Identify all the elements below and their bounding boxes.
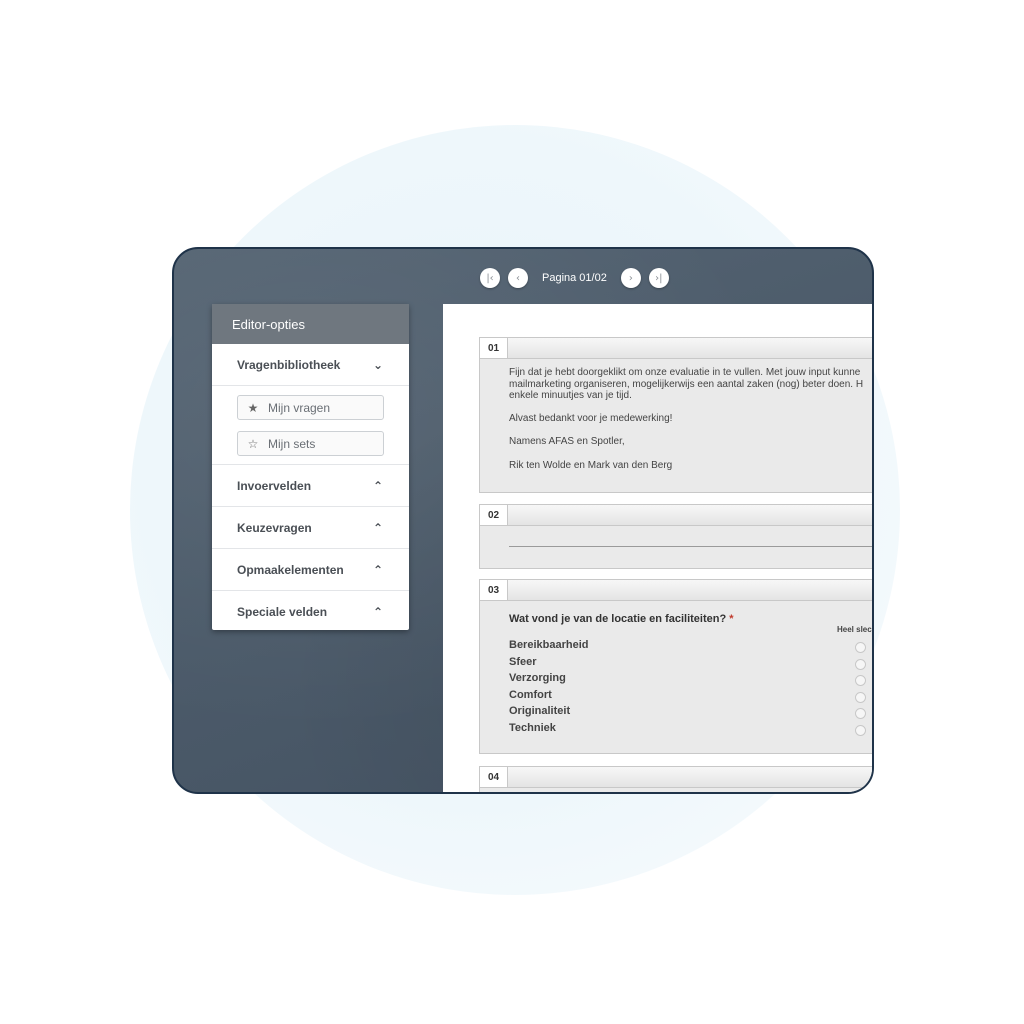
matrix-row: Bereikbaarheid	[509, 639, 872, 656]
scale-header-row: Heel slecht	[509, 625, 872, 639]
star-filled-icon: ★	[247, 400, 259, 415]
scale-label-heel-slecht: Heel slecht	[837, 625, 872, 634]
row-label: Bereikbaarheid	[509, 639, 589, 651]
section-vragenbibliotheek[interactable]: Vragenbibliotheek ⌄	[212, 344, 409, 386]
matrix-row: Verzorging	[509, 672, 872, 689]
row-label: Comfort	[509, 688, 552, 701]
row-label: Techniek	[509, 721, 556, 734]
intro-line: Fijn dat je hebt doorgeklikt om onze eva…	[509, 367, 861, 378]
thanks-text: Alvast bedankt voor je medewerking!	[509, 412, 673, 424]
previous-page-icon[interactable]: ‹	[508, 268, 528, 288]
intro-text: Fijn dat je hebt doorgeklikt om onze eva…	[480, 359, 872, 471]
button-label: Mijn sets	[268, 436, 316, 451]
question-number: 02	[480, 505, 508, 525]
library-buttons: ★ Mijn vragen ☆ Mijn sets	[212, 386, 409, 465]
radio-button[interactable]	[855, 708, 866, 720]
panel-title: Editor-opties	[212, 304, 409, 344]
matrix-row: Originaliteit	[509, 705, 872, 722]
signature-line: Namens AFAS en Spotler,	[509, 436, 625, 447]
question-header[interactable]: 03	[480, 580, 872, 601]
chevron-up-icon[interactable]: ⌃	[373, 605, 383, 619]
radio-button[interactable]	[855, 675, 866, 687]
question-number: 01	[480, 338, 508, 358]
radio-button[interactable]	[855, 642, 866, 653]
editor-options-panel: Editor-opties Vragenbibliotheek ⌄ ★ Mijn…	[212, 304, 409, 630]
question-text: Wat vond je van de locatie en faciliteit…	[509, 613, 727, 625]
star-outline-icon: ☆	[247, 436, 259, 451]
my-sets-button[interactable]: ☆ Mijn sets	[237, 431, 384, 456]
radio-button[interactable]	[855, 724, 866, 736]
question-number: 04	[480, 767, 508, 787]
section-opmaakelementen[interactable]: Opmaakelementen ⌃	[212, 549, 409, 591]
question-block-04[interactable]: 04	[479, 766, 872, 792]
question-block-03[interactable]: 03 Wat vond je van de locatie en facilit…	[479, 579, 872, 754]
page-navigation: |‹ ‹ Pagina 01/02 › ›|	[480, 267, 669, 289]
question-block-02[interactable]: 02	[479, 504, 872, 569]
chevron-down-icon[interactable]: ⌄	[373, 358, 383, 372]
section-label: Opmaakelementen	[237, 562, 344, 577]
question-header[interactable]: 01	[480, 338, 872, 359]
row-label: Originaliteit	[509, 705, 571, 718]
intro-line: mailmarketing organiseren, mogelijkerwij…	[509, 378, 864, 390]
matrix-row: Comfort	[509, 688, 872, 706]
question-title: Wat vond je van de locatie en faciliteit…	[509, 613, 872, 625]
signature-names: Rik ten Wolde en Mark van den Berg	[509, 459, 673, 471]
question-header[interactable]: 04	[480, 767, 872, 788]
section-label: Speciale velden	[237, 604, 328, 619]
section-speciale-velden[interactable]: Speciale velden ⌃	[212, 591, 409, 632]
matrix-row: Sfeer	[509, 655, 872, 673]
question-block-01[interactable]: 01 Fijn dat je hebt doorgeklikt om onze …	[479, 337, 872, 493]
page-indicator: Pagina 01/02	[542, 272, 607, 284]
divider-line	[509, 546, 872, 547]
question-content: Wat vond je van de locatie en faciliteit…	[480, 601, 872, 739]
intro-line: enkele minuutjes van je tijd.	[509, 390, 632, 401]
section-label: Keuzevragen	[237, 520, 312, 535]
required-marker: *	[729, 613, 734, 625]
section-keuzevragen[interactable]: Keuzevragen ⌃	[212, 507, 409, 549]
button-label: Mijn vragen	[268, 400, 331, 415]
my-questions-button[interactable]: ★ Mijn vragen	[237, 395, 384, 420]
survey-canvas: 01 Fijn dat je hebt doorgeklikt om onze …	[443, 304, 872, 792]
row-label: Verzorging	[509, 672, 566, 685]
matrix-row: Techniek	[509, 721, 872, 739]
radio-button[interactable]	[855, 691, 866, 703]
last-page-icon[interactable]: ›|	[648, 268, 669, 288]
question-header[interactable]: 02	[480, 505, 872, 526]
next-page-icon[interactable]: ›	[620, 268, 641, 288]
row-label: Sfeer	[509, 655, 537, 668]
app-window: |‹ ‹ Pagina 01/02 › ›| Editor-opties Vra…	[172, 247, 874, 794]
chevron-up-icon[interactable]: ⌃	[373, 521, 383, 535]
section-label: Invoervelden	[237, 478, 312, 493]
chevron-up-icon[interactable]: ⌃	[373, 563, 383, 577]
section-label: Vragenbibliotheek	[237, 357, 341, 372]
question-number: 03	[480, 580, 508, 600]
section-invoervelden[interactable]: Invoervelden ⌃	[212, 465, 409, 507]
chevron-up-icon[interactable]: ⌃	[373, 479, 383, 493]
first-page-icon[interactable]: |‹	[480, 268, 500, 288]
radio-button[interactable]	[855, 658, 866, 670]
